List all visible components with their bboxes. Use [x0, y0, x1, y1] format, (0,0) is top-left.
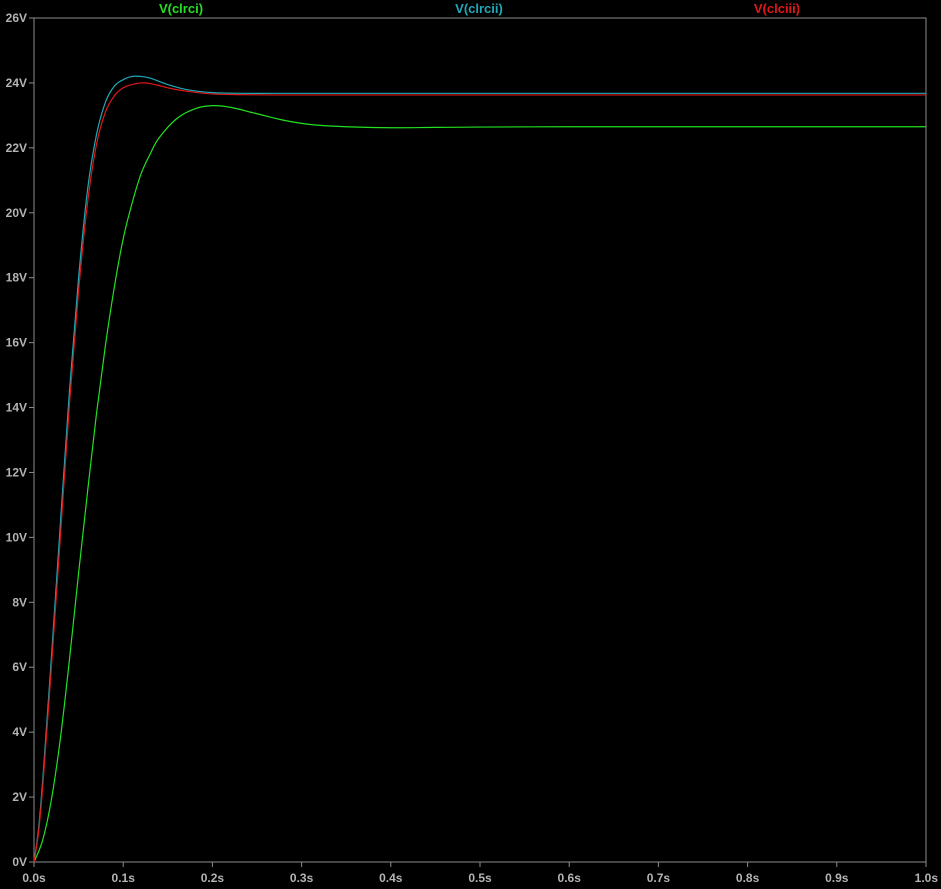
y-tick-label: 0V — [12, 855, 27, 869]
y-tick-label: 4V — [12, 725, 27, 739]
x-tick-label: 0.3s — [290, 871, 314, 885]
y-tick-label: 2V — [12, 790, 27, 804]
x-tick-label: 0.1s — [112, 871, 136, 885]
y-tick-label: 12V — [6, 465, 27, 479]
y-tick-label: 6V — [12, 660, 27, 674]
plot-background — [0, 0, 941, 889]
y-tick-label: 26V — [6, 11, 27, 25]
y-tick-label: 14V — [6, 401, 27, 415]
x-tick-label: 0.7s — [647, 871, 671, 885]
legend-entry[interactable]: V(clrci) — [159, 1, 203, 16]
x-tick-label: 1.0s — [915, 871, 939, 885]
y-tick-label: 10V — [6, 530, 27, 544]
x-tick-label: 0.6s — [558, 871, 582, 885]
y-tick-label: 20V — [6, 206, 27, 220]
x-tick-label: 0.2s — [201, 871, 225, 885]
y-tick-label: 24V — [6, 76, 27, 90]
y-tick-label: 22V — [6, 141, 27, 155]
x-tick-label: 0.0s — [22, 871, 46, 885]
x-tick-label: 0.5s — [468, 871, 492, 885]
y-tick-label: 16V — [6, 336, 27, 350]
y-tick-label: 8V — [12, 595, 27, 609]
y-tick-label: 18V — [6, 271, 27, 285]
legend-entry[interactable]: V(clciii) — [754, 1, 800, 16]
x-tick-label: 0.8s — [736, 871, 760, 885]
x-tick-label: 0.4s — [379, 871, 403, 885]
waveform-plot: V(clrci) V(clrcii) V(clciii) 0V 2V 4V 6V 8V 10V… — [0, 0, 941, 889]
legend-entry[interactable]: V(clrcii) — [455, 1, 503, 16]
x-tick-label: 0.9s — [825, 871, 849, 885]
